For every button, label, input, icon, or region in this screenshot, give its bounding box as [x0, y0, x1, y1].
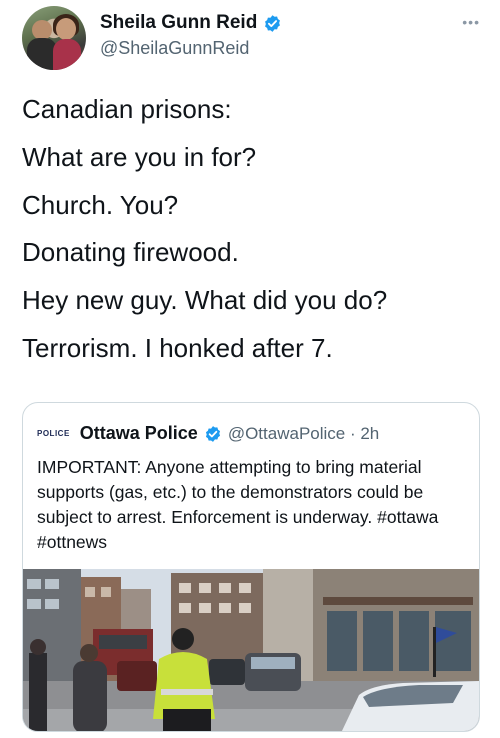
- author-handle[interactable]: @SheilaGunnReid: [100, 38, 249, 59]
- author-name-row: Sheila Gunn Reid: [100, 12, 282, 34]
- author-display-name[interactable]: Sheila Gunn Reid: [100, 12, 257, 34]
- more-options-icon[interactable]: •••: [462, 14, 480, 30]
- tweet-line: Hey new guy. What did you do?: [22, 285, 388, 316]
- verified-badge-icon: [205, 425, 220, 442]
- avatar[interactable]: [22, 6, 86, 70]
- quoted-author-handle-time[interactable]: @OttawaPolice · 2h: [228, 424, 379, 444]
- street-police-photo[interactable]: [23, 569, 479, 731]
- street-photo-illustration: [23, 569, 479, 731]
- tweet-line: Church. You?: [22, 189, 179, 220]
- tweet-line: Canadian prisons:: [22, 94, 232, 124]
- quoted-author-name[interactable]: Ottawa Police: [80, 423, 198, 444]
- tweet-line: What are you in for?: [22, 141, 257, 172]
- tweet-header: Sheila Gunn Reid @SheilaGunnReid •••: [22, 6, 482, 70]
- quoted-tweet-card[interactable]: POLICE Ottawa Police @OttawaPolice · 2h …: [22, 402, 480, 732]
- tweet-line: Donating firewood.: [22, 237, 239, 268]
- quoted-tweet-header: POLICE Ottawa Police @OttawaPolice · 2h: [37, 423, 379, 444]
- tweet-text: Canadian prisons: What are you in for? C…: [22, 96, 482, 383]
- tweet-line: Terrorism. I honked after 7.: [22, 332, 333, 363]
- quoted-tweet-text: IMPORTANT: Anyone attempting to bring ma…: [37, 457, 439, 552]
- ottawa-police-logo: POLICE: [37, 429, 70, 438]
- verified-badge-icon: [265, 14, 281, 32]
